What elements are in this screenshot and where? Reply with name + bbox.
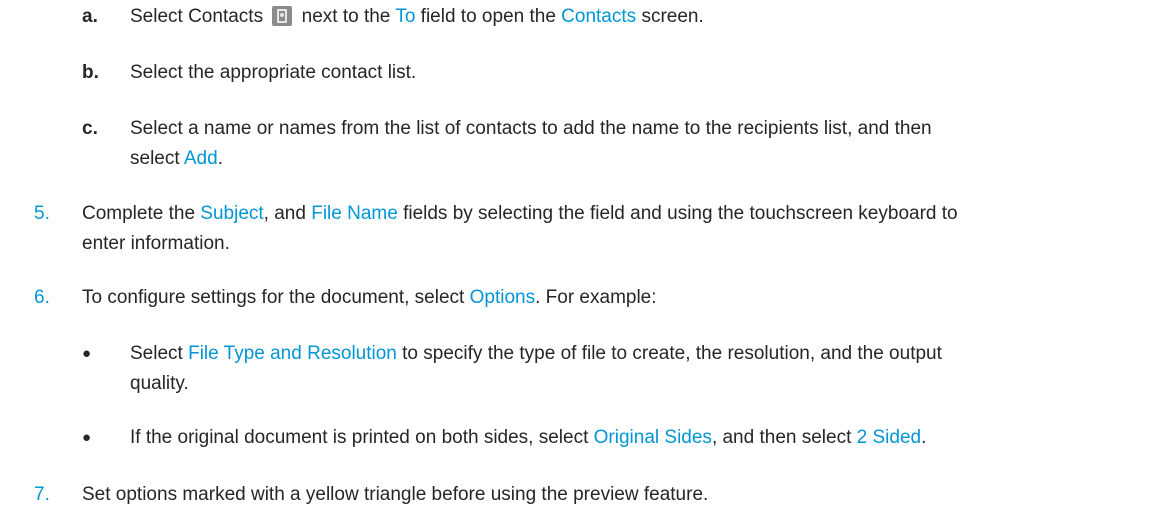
substep-marker: a. <box>82 6 98 27</box>
contacts-icon <box>272 6 293 26</box>
bullet-item-file-type: ● Select File Type and Resolution to spe… <box>82 339 1172 403</box>
keyword-contacts: Contacts <box>561 6 637 27</box>
keyword-file-type-resolution: File Type and Resolution <box>188 343 397 364</box>
step-text: Complete the Subject, and File Name fiel… <box>82 203 958 254</box>
step-6: 6. To configure settings for the documen… <box>34 283 1172 315</box>
bullet-item-original-sides: ● If the original document is printed on… <box>82 423 1172 455</box>
substep-a: a. Select Contacts next to the To field … <box>82 2 1162 34</box>
step-text: Set options marked with a yellow triangl… <box>82 484 709 505</box>
keyword-2-sided: 2 Sided <box>856 427 922 448</box>
document-page: a. Select Contacts next to the To field … <box>0 0 1174 527</box>
keyword-add: Add <box>183 148 218 169</box>
substep-marker: c. <box>82 118 98 139</box>
substep-text: Select a name or names from the list of … <box>130 118 932 169</box>
bullet-text: If the original document is printed on b… <box>130 427 927 448</box>
step-marker: 6. <box>34 287 50 308</box>
keyword-original-sides: Original Sides <box>593 427 712 448</box>
step-7: 7. Set options marked with a yellow tria… <box>34 480 1172 512</box>
step-marker: 5. <box>34 203 50 224</box>
substep-text: Select Contacts next to the To field to … <box>130 6 704 27</box>
bullet-icon: ● <box>82 345 92 362</box>
step-marker: 7. <box>34 484 50 505</box>
bullet-icon: ● <box>82 429 92 446</box>
substep-b: b. Select the appropriate contact list. <box>82 58 1162 90</box>
keyword-to: To <box>395 6 416 27</box>
keyword-options: Options <box>469 287 536 308</box>
substep-c: c. Select a name or names from the list … <box>82 114 1172 178</box>
keyword-subject: Subject <box>200 203 264 224</box>
substep-text: Select the appropriate contact list. <box>130 62 417 83</box>
bullet-text: Select File Type and Resolution to speci… <box>130 343 942 394</box>
step-5: 5. Complete the Subject, and File Name f… <box>34 199 1172 263</box>
step-text: To configure settings for the document, … <box>82 287 657 308</box>
keyword-file-name: File Name <box>311 203 398 224</box>
substep-marker: b. <box>82 62 99 83</box>
